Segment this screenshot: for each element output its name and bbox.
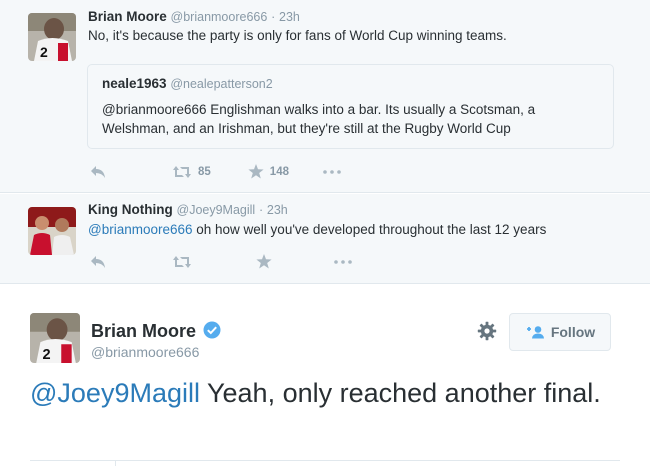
- retweet-icon: [173, 165, 191, 178]
- separator: ·: [271, 10, 276, 24]
- reply-tweet-brian-moore[interactable]: 2 Brian Moore @brianmoore666 · 23h No, i…: [0, 0, 650, 193]
- quoted-tweet[interactable]: neale1963 @nealepatterson2 @brianmoore66…: [87, 64, 614, 149]
- tweet-header: King Nothing @Joey9Magill · 23h: [88, 202, 288, 217]
- retweet-button[interactable]: [172, 255, 192, 269]
- retweet-icon: [173, 255, 191, 268]
- divider-tick: [115, 460, 116, 466]
- author-name[interactable]: Brian Moore: [91, 321, 196, 342]
- favorite-icon: [248, 164, 264, 179]
- svg-text:2: 2: [40, 44, 48, 60]
- more-button[interactable]: [323, 169, 341, 174]
- author-handle[interactable]: @brianmoore666: [171, 10, 268, 24]
- quote-text-line2: Welshman, and an Irishman, but they're s…: [102, 121, 511, 136]
- separator: ·: [258, 203, 264, 217]
- mention-link[interactable]: @Joey9Magill: [30, 378, 200, 408]
- author-handle[interactable]: @Joey9Magill: [177, 203, 256, 217]
- follow-button[interactable]: Follow: [509, 313, 611, 351]
- tweet-text: No, it's because the party is only for f…: [88, 28, 507, 43]
- quote-text-line1: Englishman walks into a bar. Its usually…: [206, 102, 536, 117]
- quote-author-name[interactable]: neale1963: [102, 76, 167, 91]
- retweet-count: 85: [198, 165, 211, 178]
- reply-tweet-king-nothing[interactable]: King Nothing @Joey9Magill · 23h @brianmo…: [0, 194, 650, 284]
- tweet-text-body: oh how well you've developed throughout …: [192, 222, 547, 237]
- author-handle[interactable]: @brianmoore666: [91, 344, 199, 360]
- timestamp[interactable]: 23h: [267, 203, 288, 217]
- tweet-text: @brianmoore666 oh how well you've develo…: [88, 220, 546, 239]
- main-tweet-body: Yeah, only reached another final.: [199, 378, 601, 408]
- quote-mention[interactable]: @brianmoore666: [102, 102, 207, 117]
- follow-label: Follow: [550, 324, 596, 340]
- main-tweet-text: @Joey9Magill Yeah, only reached another …: [30, 376, 630, 411]
- favorite-button[interactable]: 148: [248, 164, 289, 179]
- author-name[interactable]: King Nothing: [88, 202, 173, 217]
- verified-icon: [203, 321, 221, 344]
- more-icon: [334, 259, 352, 264]
- favorite-icon: [256, 254, 272, 269]
- tweet-actions: [90, 254, 352, 269]
- reply-button[interactable]: [90, 255, 106, 269]
- quote-header: neale1963 @nealepatterson2: [102, 76, 273, 91]
- tweet-actions: 85 148: [90, 164, 341, 179]
- divider: [30, 460, 620, 461]
- reply-button[interactable]: [90, 165, 106, 179]
- mention-link[interactable]: @brianmoore666: [88, 222, 193, 237]
- quote-author-handle[interactable]: @nealepatterson2: [170, 77, 272, 91]
- favorite-count: 148: [269, 165, 289, 178]
- timestamp[interactable]: 23h: [279, 10, 300, 24]
- avatar[interactable]: 2: [28, 13, 76, 61]
- tweet-header: Brian Moore @brianmoore666 · 23h: [88, 9, 300, 24]
- author-name[interactable]: Brian Moore: [88, 9, 167, 24]
- avatar[interactable]: [28, 207, 76, 255]
- gear-icon[interactable]: [477, 321, 497, 346]
- more-icon: [323, 169, 341, 174]
- more-button[interactable]: [334, 259, 352, 264]
- quote-text: @brianmoore666 Englishman walks into a b…: [102, 100, 607, 138]
- reply-icon: [91, 255, 105, 268]
- retweet-button[interactable]: 85: [172, 165, 211, 179]
- avatar[interactable]: 2: [30, 313, 80, 363]
- follow-person-icon: [526, 326, 544, 339]
- reply-icon: [91, 165, 105, 178]
- svg-text:2: 2: [43, 347, 51, 363]
- favorite-button[interactable]: [256, 254, 272, 269]
